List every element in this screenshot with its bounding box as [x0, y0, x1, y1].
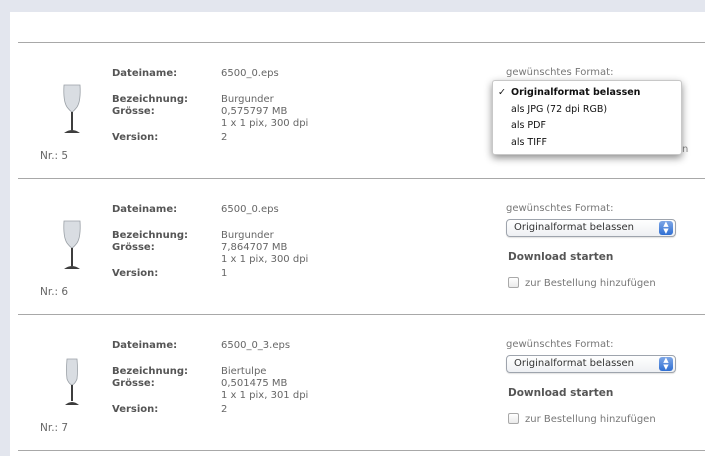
size-value: 7,864707 MB [221, 242, 288, 253]
size-value: 0,575797 MB [221, 106, 288, 117]
checkbox-icon[interactable] [508, 413, 519, 424]
add-to-order-label: zur Bestellung hinzufügen [525, 414, 656, 425]
designation-value: Burgunder [221, 230, 274, 241]
dimensions-value: 1 x 1 pix, 301 dpi [221, 390, 309, 401]
add-to-order-label: zur Bestellung hinzufügen [525, 278, 656, 289]
version-label: Version: [112, 404, 159, 415]
wine-glass-icon [63, 220, 81, 269]
list-item: Nr.: 7 Dateiname: 6500_0_3.eps Bezeichnu… [18, 315, 705, 451]
select-arrows-icon: ▲ ▼ [659, 221, 673, 235]
format-menu-tail: n [682, 144, 689, 155]
select-arrows-icon: ▲ ▼ [659, 357, 673, 371]
designation-label: Bezeichnung: [112, 230, 188, 241]
download-button[interactable]: Download starten [508, 251, 613, 263]
version-value: 2 [221, 132, 228, 143]
designation-value: Burgunder [221, 94, 274, 105]
dimensions-value: 1 x 1 pix, 300 dpi [221, 118, 309, 129]
format-select-value: Originalformat belassen [514, 358, 634, 369]
filename-value: 6500_0.eps [221, 204, 279, 215]
format-label: gewünschtes Format: [506, 67, 614, 78]
filename-value: 6500_0.eps [221, 68, 279, 79]
version-value: 1 [221, 268, 228, 279]
checkbox-icon[interactable] [508, 277, 519, 288]
add-to-order-checkbox[interactable]: zur Bestellung hinzufügen [508, 277, 656, 289]
filename-label: Dateiname: [112, 340, 178, 351]
list-item: Nr.: 6 Dateiname: 6500_0.eps Bezeichnung… [18, 179, 705, 315]
designation-value: Biertulpe [221, 366, 267, 377]
size-label: Grösse: [112, 378, 155, 389]
format-option-pdf[interactable]: als PDF [493, 118, 681, 135]
item-number: Nr.: 5 [40, 150, 69, 162]
size-value: 0,501475 MB [221, 378, 288, 389]
download-panel: Nr.: 5 Dateiname: 6500_0.eps Bezeichnung… [10, 12, 705, 456]
download-button[interactable]: Download starten [508, 387, 613, 399]
format-label: gewünschtes Format: [506, 339, 614, 350]
checkmark-icon: ✓ [498, 87, 506, 98]
format-option-tiff[interactable]: als TIFF [493, 135, 681, 152]
divider [18, 450, 705, 451]
format-option-original[interactable]: ✓ Originalformat belassen [493, 85, 681, 102]
format-option-jpg[interactable]: als JPG (72 dpi RGB) [493, 102, 681, 119]
designation-label: Bezeichnung: [112, 366, 188, 377]
format-dropdown-menu: ✓ Originalformat belassen als JPG (72 dpi… [492, 80, 682, 155]
format-select-value: Originalformat belassen [514, 222, 634, 233]
beer-tulip-glass-icon [65, 358, 79, 405]
item-number: Nr.: 6 [40, 286, 69, 298]
size-label: Grösse: [112, 242, 155, 253]
format-select[interactable]: Originalformat belassen ▲ ▼ [506, 355, 676, 373]
version-label: Version: [112, 268, 159, 279]
version-label: Version: [112, 132, 159, 143]
dimensions-value: 1 x 1 pix, 300 dpi [221, 254, 309, 265]
format-select[interactable]: Originalformat belassen ▲ ▼ [506, 219, 676, 237]
item-number: Nr.: 7 [40, 422, 69, 434]
size-label: Grösse: [112, 106, 155, 117]
format-label: gewünschtes Format: [506, 203, 614, 214]
wine-glass-icon [63, 84, 81, 133]
filename-label: Dateiname: [112, 204, 178, 215]
version-value: 2 [221, 404, 228, 415]
add-to-order-checkbox[interactable]: zur Bestellung hinzufügen [508, 413, 656, 425]
filename-value: 6500_0_3.eps [221, 340, 291, 351]
filename-label: Dateiname: [112, 68, 178, 79]
designation-label: Bezeichnung: [112, 94, 188, 105]
